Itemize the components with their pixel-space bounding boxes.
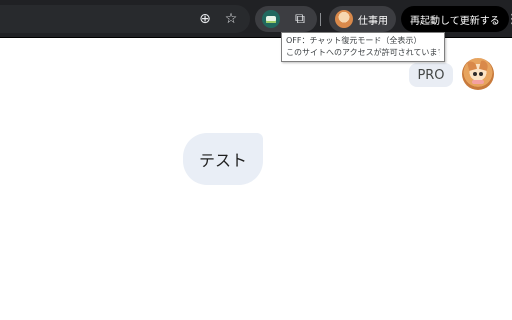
extensions-puzzle-icon[interactable]: ⧉ [289,8,311,30]
avatar-eye-left [473,72,477,76]
avatar-cheek [472,80,484,84]
update-button[interactable]: 再起動して更新する ⋮ [401,6,512,32]
avatar-ear-left [466,60,478,71]
tooltip-line-1: OFF：チャット復元モード（全表示） [286,36,422,45]
book-icon [266,15,276,23]
tooltip-line-2: このサイトへのアクセスが許可されています [286,48,440,57]
zoom-icon[interactable]: ⊕ [194,8,216,30]
user-avatar[interactable] [462,58,494,90]
kebab-menu-icon[interactable]: ⋮ [506,13,512,26]
toolbar-separator [320,13,321,26]
avatar-ear-right [478,60,490,71]
profile-label: 仕事用 [358,15,388,27]
extension-tooltip: OFF：チャット復元モード（全表示） このサイトへのアクセスが許可されています [281,32,445,62]
avatar-eye-right [479,72,483,76]
profile-avatar-icon [335,10,353,28]
profile-button[interactable]: 仕事用 [329,6,396,32]
update-label: 再起動して更新する [410,15,500,27]
user-message-bubble: テスト [183,133,263,185]
plan-badge: PRO [409,63,453,87]
star-icon[interactable]: ☆ [220,8,242,30]
extension-teal-icon[interactable] [262,10,280,28]
